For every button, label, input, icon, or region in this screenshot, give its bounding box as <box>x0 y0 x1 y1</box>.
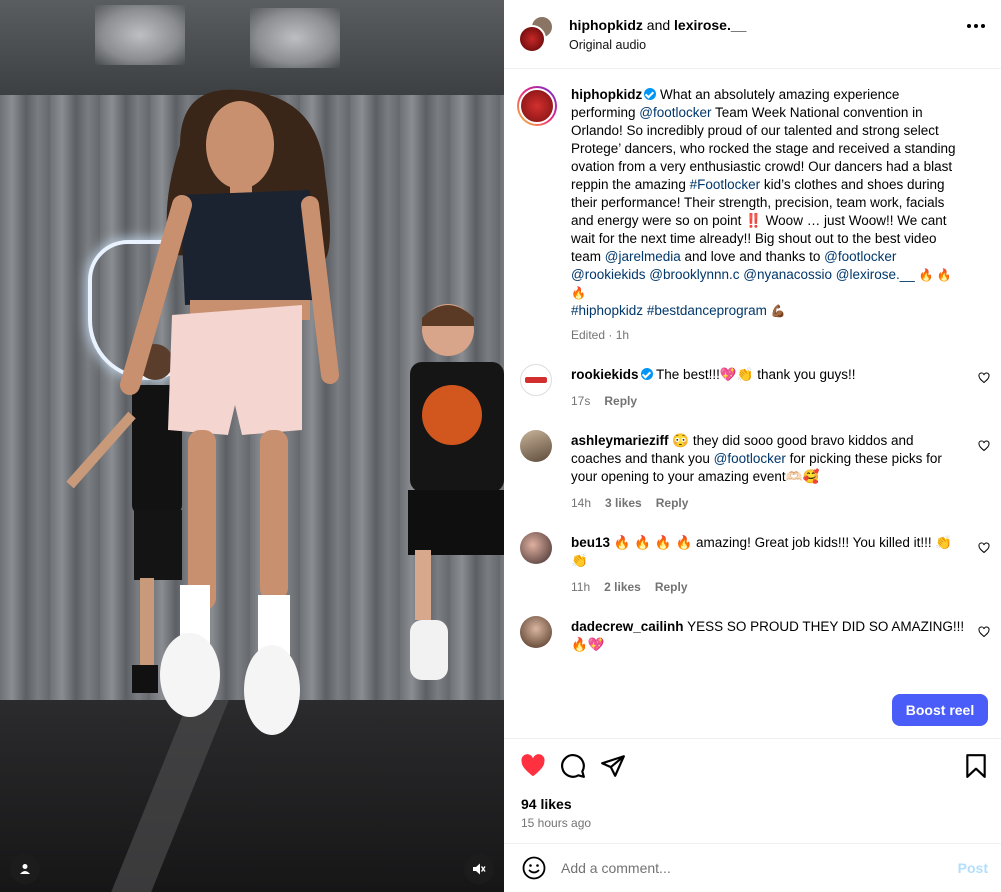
avatar-hiphopkidz <box>518 25 546 53</box>
caption-meta: Edited · 1h <box>571 328 630 342</box>
mention-lexirose[interactable]: @lexirose.__ <box>836 267 915 282</box>
comment-like-icon[interactable] <box>978 372 990 384</box>
caption-avatar[interactable] <box>517 86 557 126</box>
reply-button[interactable]: Reply <box>604 394 637 408</box>
header-username-2[interactable]: lexirose.__ <box>674 17 746 33</box>
header-username-1[interactable]: hiphopkidz <box>569 17 643 33</box>
mention-jarelmedia[interactable]: @jarelmedia <box>605 249 681 264</box>
more-icon <box>967 24 971 28</box>
header-and: and <box>646 16 671 33</box>
audio-label[interactable]: Original audio <box>569 38 746 52</box>
comment-icon[interactable] <box>560 753 586 779</box>
mention-nyanacossio[interactable]: @nyanacossio <box>743 267 832 282</box>
collab-names: hiphopkidz and lexirose.__ <box>569 17 746 33</box>
comment-text: The best!!!💖👏 thank you guys!! <box>656 367 856 382</box>
hashtag-bestdanceprogram[interactable]: #bestdanceprogram <box>647 303 767 318</box>
mute-icon <box>473 863 486 875</box>
dancer-right <box>408 304 504 680</box>
collab-avatars[interactable] <box>518 15 556 53</box>
user-tag-button[interactable] <box>10 854 40 884</box>
ceiling-light <box>95 5 185 65</box>
comments-scroll[interactable]: hiphopkidz What an absolutely amazing ex… <box>504 70 1001 664</box>
post-time: 15 hours ago <box>521 816 592 830</box>
verified-icon <box>640 368 653 380</box>
share-icon[interactable] <box>600 753 626 779</box>
avatar[interactable] <box>520 430 552 462</box>
comment-body: rookiekids The best!!!💖👏 thank you guys!… <box>571 366 967 410</box>
comment-body: beu13 🔥 🔥 🔥 🔥 amazing! Great job kids!!!… <box>571 534 967 596</box>
more-options-button[interactable] <box>967 24 985 28</box>
dancer-girl <box>120 89 339 735</box>
user-tag-icon <box>20 864 30 874</box>
comment-body: dadecrew_cailinh YESS SO PROUD THEY DID … <box>571 618 967 654</box>
comment-composer: Post <box>504 843 1001 892</box>
post-header: hiphopkidz and lexirose.__ Original audi… <box>504 0 1001 69</box>
emoji-icon[interactable] <box>522 856 546 880</box>
comment-username[interactable]: ashleymarieziff <box>571 433 669 448</box>
comment-like-icon[interactable] <box>978 542 990 554</box>
reply-button[interactable]: Reply <box>655 580 688 594</box>
boost-reel-button[interactable]: Boost reel <box>892 694 988 726</box>
heart-icon[interactable] <box>520 753 546 779</box>
post-panel: hiphopkidz and lexirose.__ Original audi… <box>504 0 1001 892</box>
likes-count[interactable]: 94 likes <box>521 796 572 812</box>
hashtag-hiphopkidz[interactable]: #hiphopkidz <box>571 303 643 318</box>
ceiling-light <box>250 8 340 68</box>
mention-brooklynnn[interactable]: @brooklynnn.c <box>649 267 739 282</box>
comment-likes[interactable]: 2 likes <box>604 580 641 594</box>
mention-rookiekids[interactable]: @rookiekids <box>571 267 645 282</box>
comment-like-icon[interactable] <box>978 440 990 452</box>
avatar[interactable] <box>520 364 552 396</box>
action-bar: 94 likes 15 hours ago <box>504 738 1001 843</box>
avatar[interactable] <box>520 616 552 648</box>
mute-button[interactable] <box>464 854 494 884</box>
caption-text: hiphopkidz What an absolutely amazing ex… <box>571 86 967 344</box>
reply-button[interactable]: Reply <box>656 496 689 510</box>
post-comment-button[interactable]: Post <box>958 860 988 876</box>
comment-time: 11h <box>571 580 591 594</box>
hashtag-footlocker[interactable]: #Footlocker <box>690 177 761 192</box>
comment-time: 17s <box>571 394 591 408</box>
mention-footlocker-comment[interactable]: @footlocker <box>714 451 786 466</box>
comment-text: 🔥 🔥 🔥 🔥 amazing! Great job kids!!! You k… <box>571 535 953 568</box>
verified-icon <box>644 88 657 100</box>
comment-body: ashleymarieziff 😳 they did sooo good bra… <box>571 433 942 510</box>
comment-time: 14h <box>571 496 592 510</box>
bookmark-icon[interactable] <box>963 753 989 779</box>
caption-username[interactable]: hiphopkidz <box>571 87 642 102</box>
comment-username[interactable]: rookiekids <box>571 367 639 382</box>
comment-username[interactable]: dadecrew_cailinh <box>571 619 684 634</box>
comment-input[interactable] <box>561 853 921 883</box>
comment-likes[interactable]: 3 likes <box>605 496 642 510</box>
mention-footlocker[interactable]: @footlocker <box>639 105 711 120</box>
comment-username[interactable]: beu13 <box>571 535 610 550</box>
avatar[interactable] <box>520 532 552 564</box>
comment-like-icon[interactable] <box>978 626 990 638</box>
reel-video[interactable] <box>0 0 504 892</box>
mention-footlocker-2[interactable]: @footlocker <box>824 249 896 264</box>
